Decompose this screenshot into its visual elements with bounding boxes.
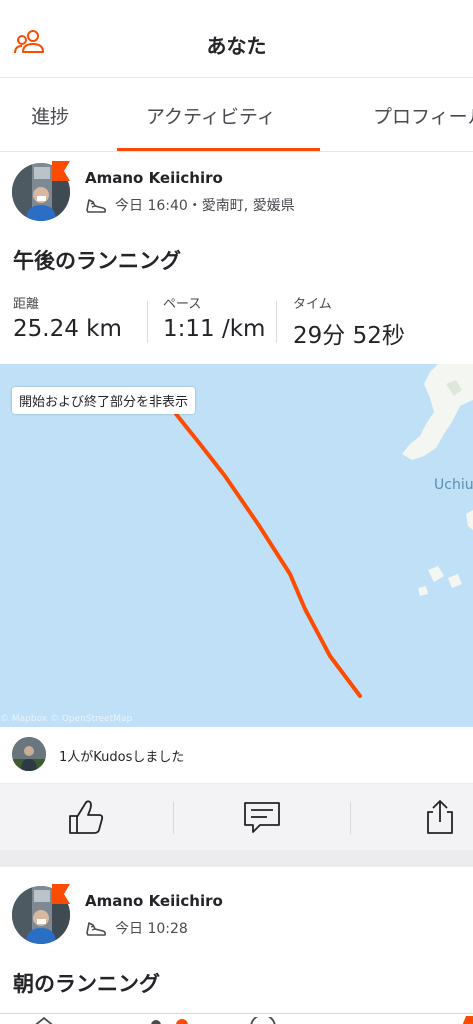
tab-progress[interactable]: 進捗 — [31, 102, 69, 129]
route-line — [174, 412, 362, 698]
kudos-avatar — [12, 737, 46, 771]
subscriber-badge-icon — [52, 161, 70, 181]
tab-bar: 進捗 アクティビティ プロフィール — [0, 78, 473, 152]
map-graphic — [174, 364, 473, 698]
record-icon[interactable] — [148, 1017, 192, 1024]
kudos-row[interactable]: 1人がKudosしました — [0, 727, 473, 783]
map-place-label: Uchiu — [434, 477, 473, 493]
activity-title[interactable]: 午後のランニング — [13, 245, 181, 275]
page-title: あなた — [206, 34, 267, 58]
activity-title[interactable]: 朝のランニング — [13, 968, 160, 998]
hide-start-end-button[interactable]: 開始および終了部分を非表示 — [12, 387, 196, 414]
bottom-nav — [0, 1013, 473, 1024]
activity-meta: 今日 10:28 — [85, 918, 188, 938]
activity-meta-text: 今日 16:40・愛南町, 愛媛県 — [115, 198, 295, 214]
home-icon[interactable] — [30, 1016, 58, 1024]
activity-meta-text: 今日 10:28 — [115, 921, 188, 937]
stat-divider — [147, 301, 148, 343]
activity-meta: 今日 16:40・愛南町, 愛媛県 — [85, 195, 295, 215]
subscriber-badge-icon — [52, 884, 70, 904]
stat-time: タイム 29分 52秒 — [293, 293, 405, 350]
stat-value: 1:11 /km — [163, 316, 266, 342]
athlete-name[interactable]: Amano Keiichiro — [85, 169, 223, 187]
action-divider — [350, 802, 351, 834]
groups-icon[interactable] — [248, 1017, 278, 1024]
stat-distance: 距離 25.24 km — [13, 293, 122, 342]
stat-divider — [276, 301, 277, 343]
feed-separator — [0, 850, 473, 867]
stat-label: タイム — [293, 297, 332, 312]
kudos-thumb-icon[interactable] — [66, 798, 106, 836]
active-tab-indicator — [117, 148, 320, 151]
stat-pace: ペース 1:11 /km — [163, 293, 265, 342]
kudos-count-text[interactable]: 1人がKudosしました — [59, 746, 184, 765]
activity-card[interactable]: Amano Keiichiro 今日 10:28 朝のランニング — [0, 867, 473, 1013]
stat-value: 25.24 km — [13, 316, 122, 342]
top-header: あなた — [0, 0, 473, 78]
route-map[interactable]: 開始および終了部分を非表示 Uchiu © Mapbox © OpenStree… — [0, 364, 473, 727]
activity-card[interactable]: Amano Keiichiro 今日 16:40・愛南町, 愛媛県 午後のランニ… — [0, 153, 473, 850]
running-shoe-icon — [86, 199, 107, 213]
running-shoe-icon — [86, 922, 107, 936]
athlete-name[interactable]: Amano Keiichiro — [85, 892, 223, 910]
stat-label: 距離 — [13, 297, 40, 312]
stat-value: 29分 52秒 — [293, 323, 405, 349]
action-divider — [173, 802, 174, 834]
comment-icon[interactable] — [242, 798, 282, 836]
you-tab-icon[interactable] — [458, 1016, 473, 1024]
share-icon[interactable] — [420, 798, 460, 836]
tab-activity[interactable]: アクティビティ — [146, 102, 276, 129]
stat-label: ペース — [163, 297, 202, 312]
tab-profile[interactable]: プロフィール — [373, 102, 473, 129]
map-attribution[interactable]: © Mapbox © OpenStreetMap — [0, 714, 132, 724]
action-bar — [0, 783, 473, 850]
activity-stats: 距離 25.24 km ペース 1:11 /km タイム 29分 52秒 — [0, 293, 473, 353]
